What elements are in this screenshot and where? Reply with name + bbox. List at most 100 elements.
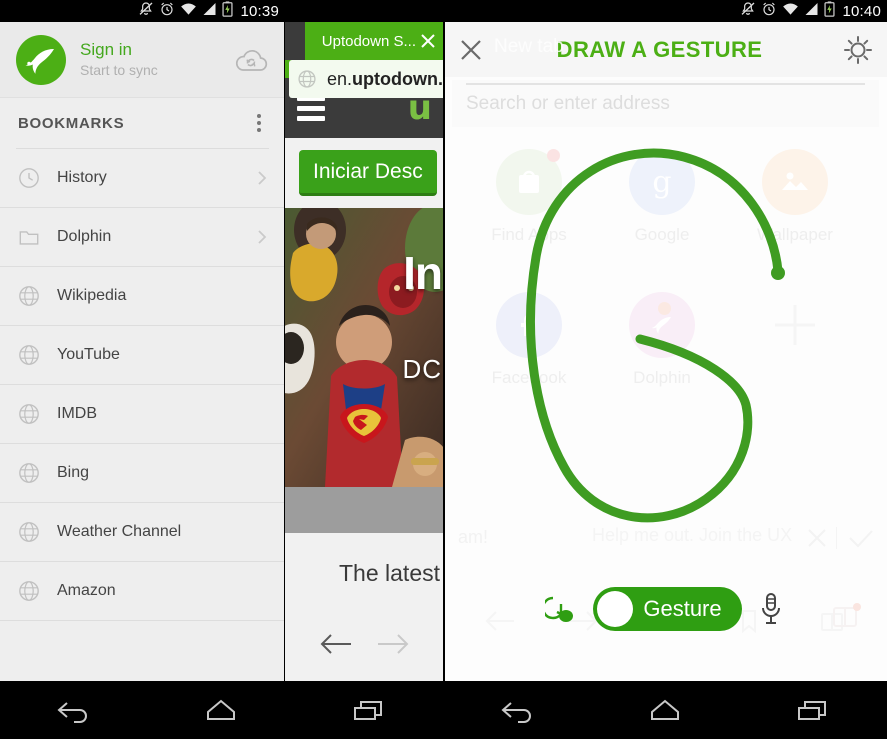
bookmark-item-weather-channel[interactable]: Weather Channel — [0, 503, 285, 562]
hero-title: In — [403, 247, 443, 299]
ghost-new-tab-label: New tab — [494, 36, 564, 57]
address-bar-value: en.uptodown.c — [327, 68, 444, 89]
carousel-arrows — [285, 613, 444, 675]
globe-icon — [18, 285, 40, 307]
browser-tab-title: Uptodown S... — [321, 32, 416, 50]
globe-icon — [18, 521, 40, 543]
bookmark-item-imdb[interactable]: IMDB — [0, 385, 285, 444]
screenshot-root: 10:39 Sign in Start to sync BOOKMARKS Hi… — [0, 0, 887, 739]
panel-divider-2 — [443, 0, 445, 681]
bell-muted-icon — [138, 1, 154, 22]
clock-icon — [18, 167, 40, 189]
address-bar[interactable]: en.uptodown.c — [289, 60, 444, 98]
status-bar-middle — [285, 0, 444, 22]
sign-in-title: Sign in — [80, 40, 132, 59]
search-bar[interactable]: Search or enter address — [452, 80, 879, 127]
ghost-banner-text: Help me out. Join the UX — [592, 525, 793, 545]
android-nav-left — [0, 681, 443, 739]
ghost-banner-left-text: am! — [458, 527, 489, 547]
android-nav-right — [444, 681, 887, 739]
bookmark-item-history[interactable]: History — [0, 149, 285, 208]
cloud-sync-icon[interactable] — [233, 45, 269, 75]
sign-in-texts: Sign in Start to sync — [80, 39, 233, 80]
bookmark-item-wikipedia[interactable]: Wikipedia — [0, 267, 285, 326]
battery-charging-icon — [824, 0, 836, 22]
status-bar-left: 10:39 — [0, 0, 285, 22]
check-icon[interactable] — [848, 529, 874, 549]
bell-muted-icon — [740, 1, 756, 22]
alarm-clock-icon — [159, 1, 175, 22]
bookmarks-title: BOOKMARKS — [18, 114, 125, 132]
wifi-icon — [782, 2, 799, 21]
hand-gesture-icon[interactable] — [542, 592, 579, 626]
cellular-signal-icon — [202, 2, 217, 21]
back-icon[interactable] — [498, 695, 538, 725]
bookmark-item-label: Bing — [57, 464, 90, 481]
bookmark-item-bing[interactable]: Bing — [0, 444, 285, 503]
download-button[interactable]: Iniciar Desc — [299, 150, 437, 196]
home-icon[interactable] — [201, 695, 241, 725]
panel-divider-1 — [284, 0, 285, 681]
globe-icon — [18, 344, 40, 366]
section-title: The latest — [339, 559, 440, 586]
browser-tab[interactable]: Uptodown S... — [305, 22, 444, 60]
draw-gesture-panel: 10:40 New tab DRAW A GESTURE Search or e… — [444, 0, 887, 681]
browser-page-panel: Uptodown S... en.uptodown.c u Iniciar De… — [285, 0, 444, 681]
toggle-knob — [597, 591, 634, 627]
dolphin-bookmarks-drawer-panel: 10:39 Sign in Start to sync BOOKMARKS Hi… — [0, 0, 285, 681]
sign-in-row[interactable]: Sign in Start to sync — [0, 22, 285, 98]
close-icon[interactable] — [806, 527, 828, 549]
gesture-bottom-bar: Gesture — [444, 559, 887, 681]
wifi-icon — [180, 2, 197, 21]
bookmark-item-label: History — [57, 169, 107, 186]
recents-icon[interactable] — [349, 695, 389, 725]
arrow-left-icon[interactable] — [318, 631, 354, 657]
bookmark-item-label: IMDB — [57, 405, 97, 422]
bookmark-item-label: Dolphin — [57, 228, 112, 245]
bookmark-item-label: YouTube — [57, 346, 120, 363]
globe-icon — [18, 403, 40, 425]
cellular-signal-icon — [804, 2, 819, 21]
gray-placeholder-band — [285, 487, 444, 533]
bookmark-item-amazon[interactable]: Amazon — [0, 562, 285, 621]
bookmark-item-youtube[interactable]: YouTube — [0, 326, 285, 385]
bookmarks-header: BOOKMARKS — [0, 98, 285, 148]
bookmark-item-label: Wikipedia — [57, 287, 127, 304]
home-icon[interactable] — [645, 695, 685, 725]
ghost-banner-separator — [836, 527, 837, 549]
sign-in-subtitle: Start to sync — [80, 62, 158, 78]
search-input-placeholder: Search or enter address — [466, 92, 670, 114]
globe-icon — [297, 69, 317, 89]
bookmark-item-dolphin[interactable]: Dolphin — [0, 208, 285, 267]
bookmarks-list: History Dolphin Wikipedia YouTube IMDB Bing We… — [0, 149, 285, 621]
hero-banner-image: In DC — [285, 208, 444, 487]
alarm-clock-icon — [761, 1, 777, 22]
bookmark-item-label: Amazon — [57, 582, 116, 599]
chevron-right-icon[interactable] — [255, 230, 269, 244]
close-icon[interactable] — [420, 33, 436, 49]
microphone-icon[interactable] — [756, 591, 786, 627]
hero-subtitle: DC — [402, 354, 442, 384]
globe-icon — [18, 462, 40, 484]
globe-icon — [18, 580, 40, 602]
status-bar-time: 10:39 — [240, 2, 279, 20]
cta-wrapper: Iniciar Desc — [285, 138, 444, 208]
battery-charging-icon — [222, 0, 234, 22]
kebab-menu-icon[interactable] — [249, 110, 269, 136]
recents-icon[interactable] — [793, 695, 833, 725]
ghost-ux-banner-row: am! Help me out. Join the UX — [444, 519, 887, 559]
browser-tab-strip: Uptodown S... en.uptodown.c — [285, 22, 444, 98]
section-header: The latest — [285, 533, 444, 613]
folder-icon — [18, 226, 40, 248]
dolphin-logo — [16, 34, 66, 85]
gesture-top-bar: New tab DRAW A GESTURE — [444, 22, 887, 77]
hamburger-menu-icon[interactable] — [297, 95, 325, 121]
gesture-toggle-label: Gesture — [643, 596, 722, 621]
status-bar-time: 10:40 — [842, 2, 881, 20]
bookmark-item-label: Weather Channel — [57, 523, 182, 540]
back-icon[interactable] — [54, 695, 94, 725]
chevron-right-icon[interactable] — [255, 171, 269, 185]
gear-icon[interactable] — [843, 35, 873, 65]
gesture-toggle[interactable]: Gesture — [593, 587, 742, 631]
arrow-right-icon[interactable] — [375, 631, 411, 657]
